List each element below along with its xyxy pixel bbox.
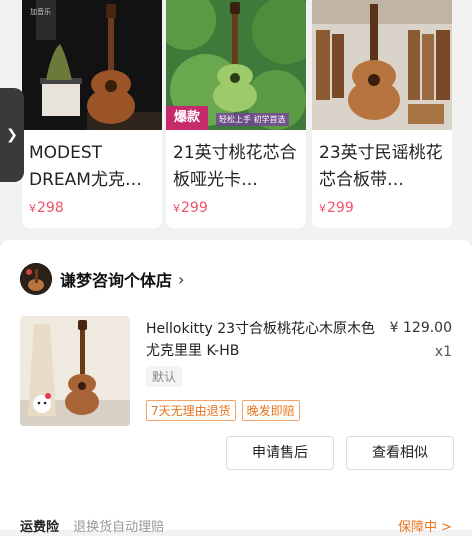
product-price: ¥299 <box>173 200 208 216</box>
service-tag-late-compensation: 晚发即赔 <box>241 400 300 421</box>
service-tag-return: 7天无理由退货 <box>146 400 236 421</box>
product-image: 爆款 轻松上手 初学首选 <box>166 0 306 130</box>
store-avatar <box>20 263 52 295</box>
shipping-insurance-desc: 退换货自动理赔 <box>73 520 165 535</box>
order-item-quantity: x1 <box>434 344 452 360</box>
view-similar-button[interactable]: 查看相似 <box>346 436 454 470</box>
recommended-products: 加音乐 MODEST DREAM尤克… ¥298 爆款 轻松上手 初学首选 21 <box>0 0 472 238</box>
product-title: MODEST DREAM尤克… <box>29 143 142 190</box>
svg-text:加音乐: 加音乐 <box>30 7 51 16</box>
sku-label: 默认 <box>146 366 183 387</box>
shipping-insurance-status: 保障中 > <box>397 520 452 535</box>
product-image: 加音乐 <box>22 0 162 130</box>
order-card: 谦梦咨询个体店 › Hellokitty 23寸合板桃花心木原木色尤克里里 K-… <box>0 240 472 535</box>
product-card[interactable]: 23英寸民谣桃花芯合板带… ¥299 <box>312 0 452 228</box>
after-sale-button[interactable]: 申请售后 <box>226 436 334 470</box>
store-name: 谦梦咨询个体店 <box>60 271 173 290</box>
chevron-right-icon: › <box>178 269 185 289</box>
hot-sale-badge: 爆款 <box>166 106 209 130</box>
shipping-insurance-row[interactable]: 运费险 退换货自动理赔 保障中 > <box>20 516 452 536</box>
product-title: 23英寸民谣桃花芯合板带… <box>319 143 443 190</box>
store-header[interactable]: 谦梦咨询个体店 › <box>20 262 184 296</box>
badge-subtitle: 轻松上手 初学首选 <box>216 113 289 126</box>
product-image <box>312 0 452 130</box>
product-price: ¥299 <box>319 200 354 216</box>
order-item-price: ¥ 129.00 <box>389 320 452 336</box>
product-card[interactable]: 爆款 轻松上手 初学首选 21英寸桃花芯合板哑光卡… ¥299 <box>166 0 306 228</box>
order-item-title[interactable]: Hellokitty 23寸合板桃花心木原木色尤克里里 K-HB <box>146 318 382 362</box>
order-item-image[interactable] <box>20 316 130 426</box>
shipping-insurance-label: 运费险 <box>20 520 60 535</box>
chevron-right-icon[interactable]: ❯ <box>0 88 24 182</box>
product-title: 21英寸桃花芯合板哑光卡… <box>173 143 297 190</box>
product-card[interactable]: 加音乐 MODEST DREAM尤克… ¥298 <box>22 0 162 228</box>
service-tags: 7天无理由退货 晚发即赔 <box>146 400 306 421</box>
product-price: ¥298 <box>29 200 64 216</box>
